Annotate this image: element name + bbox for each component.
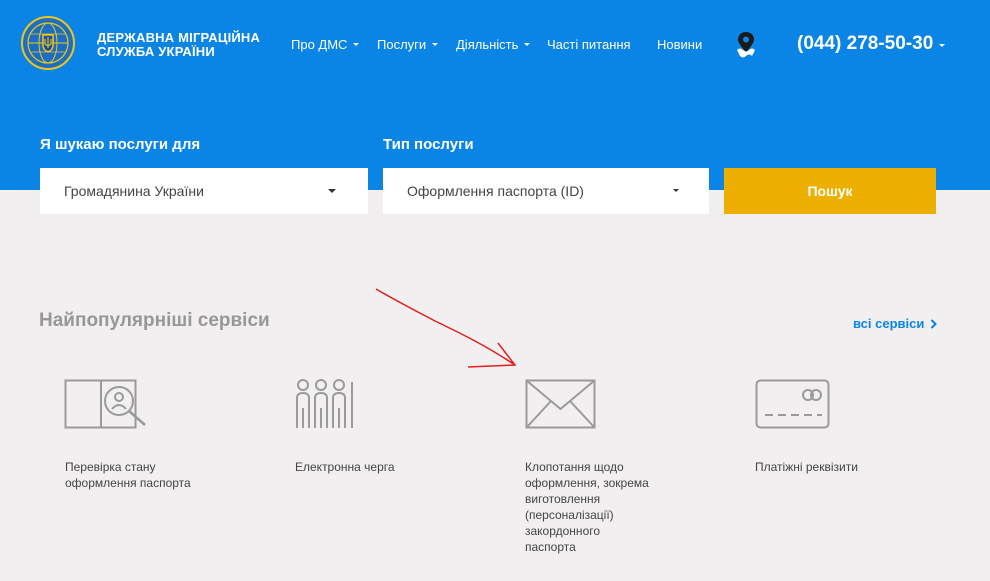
chevron-right-icon	[931, 318, 938, 329]
service-label[interactable]: Перевірка стану оформлення паспорта	[65, 459, 191, 491]
search-for-label: Я шукаю послуги для	[40, 136, 201, 153]
all-services-link[interactable]: всі сервіси	[853, 316, 938, 331]
nav-news[interactable]: Новини	[657, 37, 702, 52]
annotation-arrow	[375, 288, 517, 368]
citizen-type-value: Громадянина України	[64, 183, 204, 199]
phone-number[interactable]: (044) 278-50-30	[797, 33, 946, 55]
map-pin-icon[interactable]	[733, 30, 759, 58]
service-label-line: (персоналізації)	[525, 508, 614, 522]
caret-down-icon	[524, 43, 531, 46]
caret-down-icon	[673, 189, 679, 192]
service-label[interactable]: Клопотання щодо оформлення, зокрема виго…	[525, 459, 649, 555]
service-label-line: Клопотання щодо	[525, 460, 624, 474]
nav-services[interactable]: Послуги	[377, 37, 439, 52]
site-header: ДЕРЖАВНА МІГРАЦІЙНА СЛУЖБА УКРАЇНИ Про Д…	[0, 0, 990, 190]
queue-people-icon[interactable]	[294, 378, 356, 430]
nav-about[interactable]: Про ДМС	[291, 37, 360, 52]
org-name-line1: ДЕРЖАВНА МІГРАЦІЙНА	[97, 30, 261, 45]
nav-faq[interactable]: Часті питання	[547, 37, 631, 52]
service-label-line: оформлення, зокрема	[525, 476, 649, 490]
service-type-value: Оформлення паспорта (ID)	[407, 183, 584, 199]
nav-faq-label: Часті питання	[547, 37, 631, 52]
service-label-line: Перевірка стану	[65, 460, 156, 474]
search-button[interactable]: Пошук	[724, 168, 936, 214]
service-type-select[interactable]: Оформлення паспорта (ID)	[383, 168, 709, 214]
dms-logo-icon[interactable]	[20, 15, 76, 71]
passport-search-icon[interactable]	[64, 379, 148, 429]
service-label-line: Електронна черга	[295, 460, 395, 474]
caret-down-icon	[328, 189, 336, 193]
service-label-line: закордонного	[525, 524, 601, 538]
envelope-icon[interactable]	[525, 379, 597, 429]
service-label[interactable]: Платіжні реквізити	[755, 459, 858, 475]
payment-card-icon[interactable]	[755, 379, 831, 429]
service-label-line: Платіжні реквізити	[755, 460, 858, 474]
org-name-line2: СЛУЖБА УКРАЇНИ	[97, 44, 215, 59]
org-name[interactable]: ДЕРЖАВНА МІГРАЦІЙНА СЛУЖБА УКРАЇНИ	[97, 31, 260, 59]
nav-about-label: Про ДМС	[291, 37, 348, 52]
service-label-line: оформлення паспорта	[65, 476, 191, 490]
nav-news-label: Новини	[657, 37, 703, 52]
caret-down-icon	[432, 43, 439, 46]
caret-down-icon	[939, 43, 946, 47]
popular-services-title: Найпопулярніші сервіси	[39, 310, 270, 331]
all-services-label: всі сервіси	[853, 316, 925, 331]
nav-activity-label: Діяльність	[456, 37, 519, 52]
service-label-line: виготовлення	[525, 492, 601, 506]
citizen-type-select[interactable]: Громадянина України	[40, 168, 368, 214]
nav-activity[interactable]: Діяльність	[456, 37, 531, 52]
phone-number-label: (044) 278-50-30	[797, 33, 934, 54]
service-type-label: Тип послуги	[383, 136, 474, 153]
caret-down-icon	[353, 43, 360, 46]
service-label-line: паспорта	[525, 540, 576, 554]
service-label[interactable]: Електронна черга	[295, 459, 395, 475]
nav-services-label: Послуги	[377, 37, 427, 52]
